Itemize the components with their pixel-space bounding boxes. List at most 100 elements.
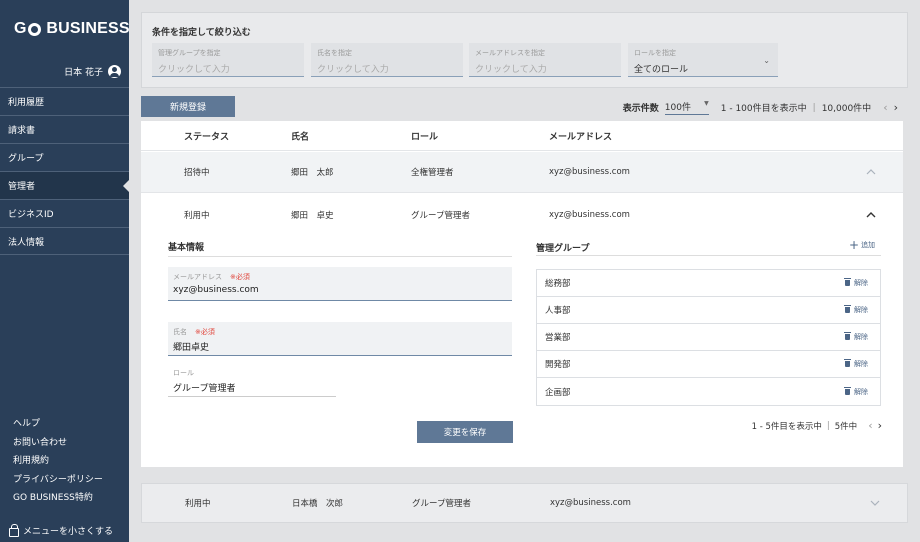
group-name: 企画部 (545, 387, 571, 398)
name-filter-label: 氏名を指定 (317, 49, 352, 57)
divider (536, 255, 881, 256)
next-page-icon[interactable]: › (894, 101, 898, 114)
email-filter-placeholder: クリックして入力 (475, 65, 547, 75)
trash-icon (844, 359, 851, 367)
role-field-label: ロール (173, 369, 194, 377)
remove-group-button[interactable]: 解除 (844, 332, 868, 342)
prev-page-icon[interactable]: ‹ (868, 419, 872, 432)
terms-link[interactable]: 利用規約 (13, 453, 103, 472)
remove-label: 解除 (854, 333, 868, 341)
sidebar-item-invoices[interactable]: 請求書 (0, 115, 129, 143)
row-email: xyz@business.com (550, 498, 631, 508)
table-row-expanded[interactable]: 利用中 郷田 卓史 グループ管理者 xyz@business.com (141, 194, 903, 235)
add-group-label: 追加 (861, 241, 876, 249)
row-name: 郷田 卓史 (291, 210, 334, 221)
user-menu[interactable]: 日本 花子 (64, 65, 121, 78)
trash-icon (844, 278, 851, 286)
remove-group-button[interactable]: 解除 (844, 359, 868, 369)
help-link[interactable]: ヘルプ (13, 416, 103, 435)
table-row[interactable]: 招待中 郷田 太郎 全権管理者 xyz@business.com (141, 152, 903, 193)
row-name: 郷田 太郎 (291, 168, 334, 178)
row-status: 利用中 (185, 499, 211, 509)
role-filter-value: 全てのロール (634, 65, 689, 75)
name-field-label: 氏名 (173, 328, 187, 336)
remove-group-button[interactable]: 解除 (844, 386, 868, 397)
row-role: グループ管理者 (412, 499, 471, 509)
row-role: グループ管理者 (411, 210, 470, 221)
per-page-label: 表示件数 (622, 104, 659, 114)
prev-page-icon[interactable]: ‹ (883, 101, 887, 114)
remove-label: 解除 (854, 306, 868, 314)
row-status: 利用中 (184, 210, 210, 221)
sidebar-item-admins[interactable]: 管理者 (0, 171, 129, 199)
per-page-select[interactable]: 100件 ▼ (664, 100, 709, 115)
save-changes-button[interactable]: 変更を保存 (417, 421, 513, 443)
chevron-down-icon[interactable] (870, 498, 880, 508)
logo-letter-g: G (14, 20, 27, 37)
total-count: 10,000件中 (821, 104, 872, 114)
email-filter-input[interactable]: メールアドレスを指定 クリックして入力 (469, 43, 621, 77)
caret-down-icon: ▼ (704, 100, 709, 107)
divider: | (826, 420, 830, 431)
sidebar-item-corporate-info[interactable]: 法人情報 (0, 227, 129, 255)
name-field-value: 郷田卓史 (173, 343, 210, 353)
sidebar: G BUSINESS 日本 花子 利用履歴 請求書 グループ 管理者 ビジネスI… (0, 0, 130, 542)
groups-page-range: 1 - 5件目を表示中 (751, 421, 822, 432)
collapse-menu-button[interactable]: メニューを小さくする (9, 523, 114, 537)
name-filter-input[interactable]: 氏名を指定 クリックして入力 (311, 43, 463, 77)
remove-label: 解除 (854, 279, 868, 287)
page-range: 1 - 100件目を表示中 (720, 104, 807, 114)
divider (168, 256, 512, 257)
list-item: 総務部 解除 (537, 270, 880, 297)
role-filter-select[interactable]: ロールを指定 全てのロール ⌄ (628, 43, 778, 77)
remove-group-button[interactable]: 解除 (844, 305, 868, 315)
email-field-label: メールアドレス (173, 273, 222, 281)
privacy-policy-link[interactable]: プライバシーポリシー (13, 472, 103, 491)
divider: | (812, 102, 816, 113)
trash-icon (844, 332, 851, 340)
remove-label: 解除 (854, 360, 868, 368)
group-filter-placeholder: クリックして入力 (158, 65, 230, 75)
row-role: 全権管理者 (411, 168, 454, 178)
chevron-up-icon[interactable] (866, 167, 876, 177)
role-field-value: グループ管理者 (173, 384, 236, 394)
role-filter-label: ロールを指定 (634, 49, 676, 57)
email-filter-label: メールアドレスを指定 (475, 49, 545, 57)
group-name: 営業部 (545, 333, 571, 343)
row-status: 招待中 (184, 168, 210, 178)
group-name: 総務部 (545, 279, 571, 289)
contact-link[interactable]: お問い合わせ (13, 435, 103, 454)
chevron-down-icon: ⌄ (763, 56, 770, 65)
trash-icon (844, 386, 851, 395)
role-field[interactable]: ロール グループ管理者 (168, 363, 336, 397)
go-business-logo[interactable]: G BUSINESS (14, 20, 130, 38)
list-item: 営業部 解除 (537, 324, 880, 351)
remove-group-button[interactable]: 解除 (844, 278, 868, 288)
list-item: 開発部 解除 (537, 351, 880, 378)
sidebar-item-usage-history[interactable]: 利用履歴 (0, 87, 129, 115)
required-marker: ※必須 (230, 273, 250, 281)
sidebar-nav: 利用履歴 請求書 グループ 管理者 ビジネスID 法人情報 (0, 87, 129, 255)
user-avatar-icon (108, 65, 121, 78)
sidebar-item-business-id[interactable]: ビジネスID (0, 199, 129, 227)
per-page-value: 100件 (664, 103, 691, 113)
name-field[interactable]: 氏名 ※必須 郷田卓史 (168, 322, 512, 356)
list-item: 人事部 解除 (537, 297, 880, 324)
logo-wordmark: BUSINESS (46, 20, 130, 37)
special-terms-link[interactable]: GO BUSINESS特約 (13, 490, 103, 509)
plus-icon: + (849, 238, 860, 252)
collapse-menu-label: メニューを小さくする (23, 527, 114, 537)
chevron-up-icon[interactable] (866, 210, 876, 220)
user-name: 日本 花子 (64, 68, 103, 78)
add-group-button[interactable]: + 追加 (849, 238, 876, 252)
table-row[interactable]: 利用中 日本橋 次郎 グループ管理者 xyz@business.com (141, 483, 908, 523)
group-filter-input[interactable]: 管理グループを指定 クリックして入力 (152, 43, 304, 77)
top-pagination: 表示件数 100件 ▼ 1 - 100件目を表示中 | 10,000件中 ‹ › (623, 100, 898, 115)
email-field-value: xyz@business.com (173, 285, 259, 295)
new-registration-button[interactable]: 新規登録 (141, 96, 235, 117)
next-page-icon[interactable]: › (878, 419, 882, 432)
sidebar-item-groups[interactable]: グループ (0, 143, 129, 171)
remove-label: 解除 (854, 387, 868, 396)
group-name: 人事部 (545, 306, 571, 316)
email-field[interactable]: メールアドレス ※必須 xyz@business.com (168, 267, 512, 301)
